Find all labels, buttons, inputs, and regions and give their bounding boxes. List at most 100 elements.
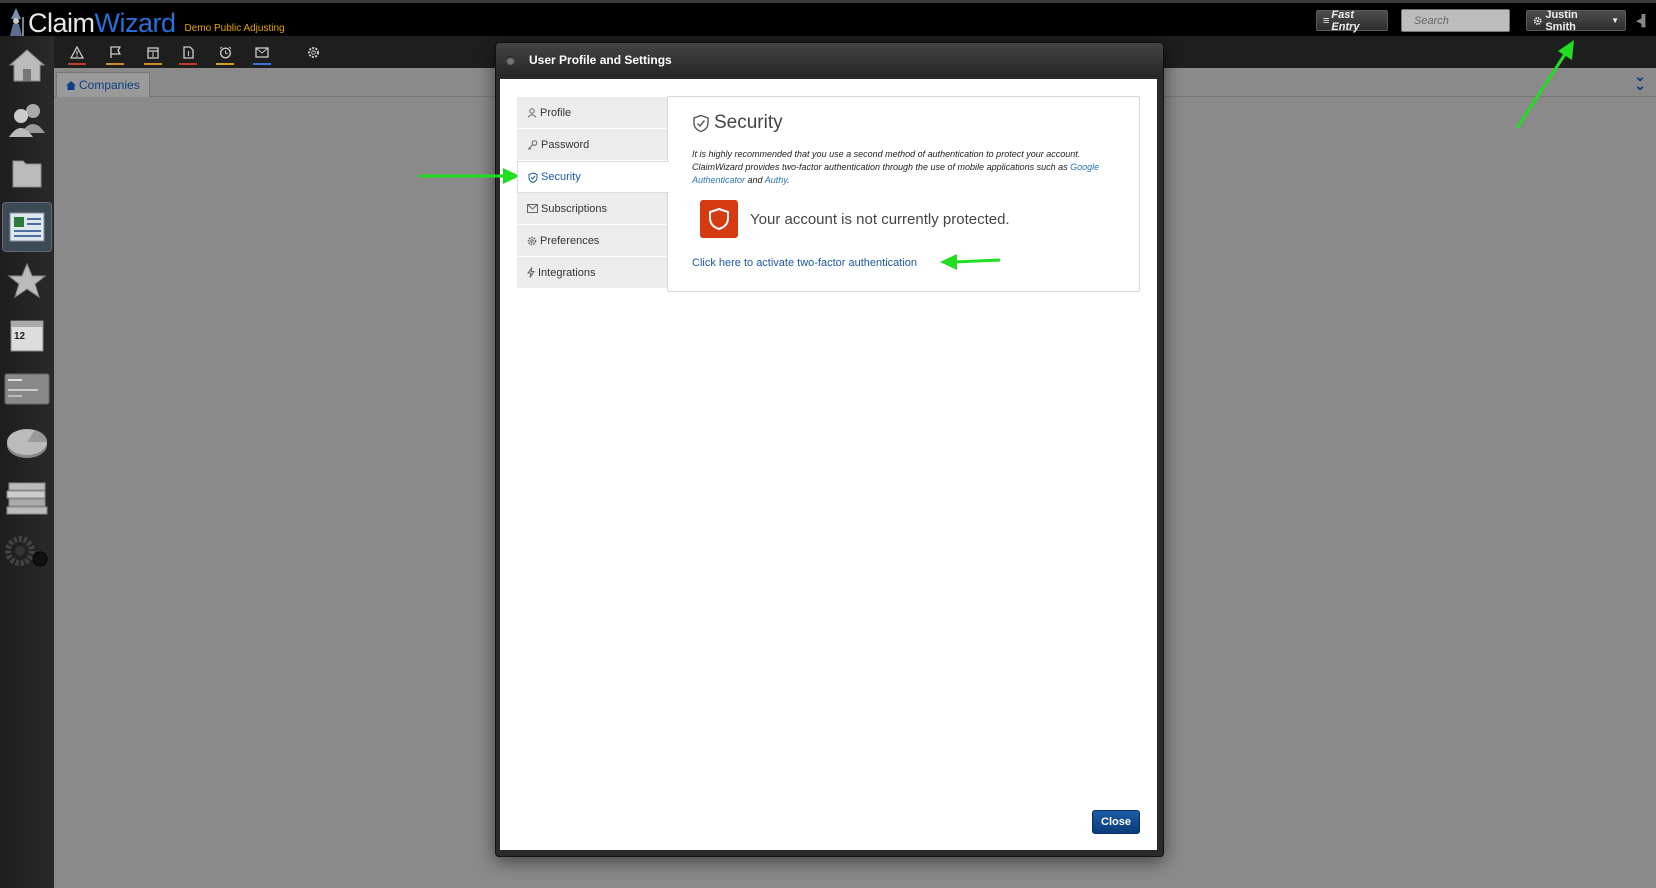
sidebar-item-reports[interactable] [2,418,52,468]
calendar-icon [147,46,159,59]
panel-heading: Security [692,112,783,134]
security-intro: It is highly recommended that you use a … [692,148,1117,187]
tab-companies[interactable]: Companies [56,72,150,97]
messages-underline [253,63,271,65]
caret-down-icon: ▼ [1611,16,1619,25]
menu-item-preferences[interactable]: Preferences [517,225,667,257]
sidebar-item-calendar[interactable]: 12 [2,310,52,360]
intro-and-text: and [745,175,765,185]
user-icon [527,107,537,118]
menu-item-subscriptions[interactable]: Subscriptions [517,193,667,225]
documents-button[interactable] [177,42,199,65]
close-button[interactable]: Close [1092,810,1140,834]
home-icon [66,80,76,90]
search-icon [1407,20,1408,21]
sidebar-item-home[interactable] [2,40,52,90]
document-icon [182,45,194,59]
alarm-icon [219,46,231,58]
star-icon [7,262,47,299]
documents-underline [179,63,197,65]
menu-item-label: Subscriptions [541,202,608,215]
module-sidebar: 12 [0,36,54,888]
menu-item-security[interactable]: Security [517,161,669,193]
collapse-header-icon[interactable]: ◀▌ [1636,14,1649,27]
sidebar-item-favorites[interactable] [2,256,52,306]
menu-item-profile[interactable]: Profile [517,97,667,129]
double-chevron-down-icon[interactable]: ⌄ ⌄ [1634,69,1646,92]
card-icon [4,373,50,405]
user-menu-button[interactable]: Justin Smith ▼ [1526,8,1626,33]
settings-modal: User Profile and Settings Profile Passwo… [495,42,1164,857]
panel-heading-text: Security [714,112,783,133]
gear-icon [527,236,537,245]
calendar-icon: 12 [10,320,44,352]
unprotected-shield-badge [700,200,738,238]
company-name: Demo Public Adjusting [184,23,285,34]
contacts-icon [9,104,45,137]
reminders-button[interactable] [214,42,236,65]
sidebar-item-admin[interactable] [2,526,52,576]
flags-button[interactable] [104,42,126,65]
menu-item-password[interactable]: Password [517,129,667,161]
menu-item-label: Profile [540,106,572,119]
tab-companies-label: Companies [79,78,140,92]
logo-claim-text: Claim [28,8,95,38]
app-logo[interactable]: Claim Wizard Demo Public Adjusting [6,5,285,37]
settings-icon [307,46,319,58]
home-icon [8,49,46,82]
modal-header: User Profile and Settings [496,43,1163,77]
sidebar-item-library[interactable] [2,472,52,522]
authy-link[interactable]: Authy [765,175,787,185]
top-bar: Claim Wizard Demo Public Adjusting ≡ Fast … [0,0,1656,37]
messages-button[interactable] [251,42,273,65]
mail-icon [255,46,269,58]
gears-icon [5,536,48,567]
companies-icon [9,212,45,242]
flag-icon [110,45,121,58]
protection-status-text: Your account is not currently protected. [750,210,1010,228]
fast-entry-label: Fast Entry [1331,8,1360,33]
settings-button[interactable] [302,42,324,62]
search-box[interactable] [1401,9,1510,32]
sidebar-item-payments[interactable] [2,364,52,414]
menu-item-integrations[interactable]: Integrations [517,257,667,289]
calendar-day-text: 12 [14,331,26,342]
security-panel: Security It is highly recommended that y… [667,96,1140,292]
folder-icon [12,160,42,188]
menu-item-label: Security [541,171,581,183]
key-icon [527,139,538,150]
sidebar-item-contacts[interactable] [2,94,52,144]
envelope-icon [527,204,538,213]
shield-icon [528,171,538,183]
sidebar-item-companies[interactable] [2,202,52,252]
sidebar-item-files[interactable] [2,148,52,198]
settings-menu: Profile Password Security Subscriptions … [517,97,669,289]
intro-end-text: . [787,175,790,185]
alert-icon [70,45,84,59]
alerts-underline [68,63,86,65]
wizard-icon [10,8,24,36]
user-name: Justin Smith [1545,8,1578,33]
menu-item-label: Preferences [540,234,600,247]
modal-title: User Profile and Settings [529,53,672,67]
bolt-icon [527,267,535,278]
fast-entry-button[interactable]: ≡ Fast Entry [1316,8,1388,33]
reminders-underline [216,63,234,65]
pie-chart-icon [7,429,48,458]
gear-icon [1533,16,1542,25]
list-icon: ≡ [1323,14,1330,27]
search-input[interactable] [1412,13,1504,28]
books-icon [6,482,48,515]
menu-item-label: Password [541,138,590,151]
menu-item-label: Integrations [538,266,596,279]
modal-body: Profile Password Security Subscriptions … [500,79,1157,850]
logo-wizard-text: Wizard [94,8,177,38]
calendar-button[interactable] [142,42,164,65]
shield-icon [709,207,729,231]
shield-check-icon [693,114,709,132]
flags-underline [106,63,124,65]
intro-text: It is highly recommended that you use a … [692,149,1081,172]
modal-window-icon [506,55,515,65]
activate-2fa-link[interactable]: Click here to activate two-factor authen… [692,257,917,269]
alerts-button[interactable] [66,42,88,65]
